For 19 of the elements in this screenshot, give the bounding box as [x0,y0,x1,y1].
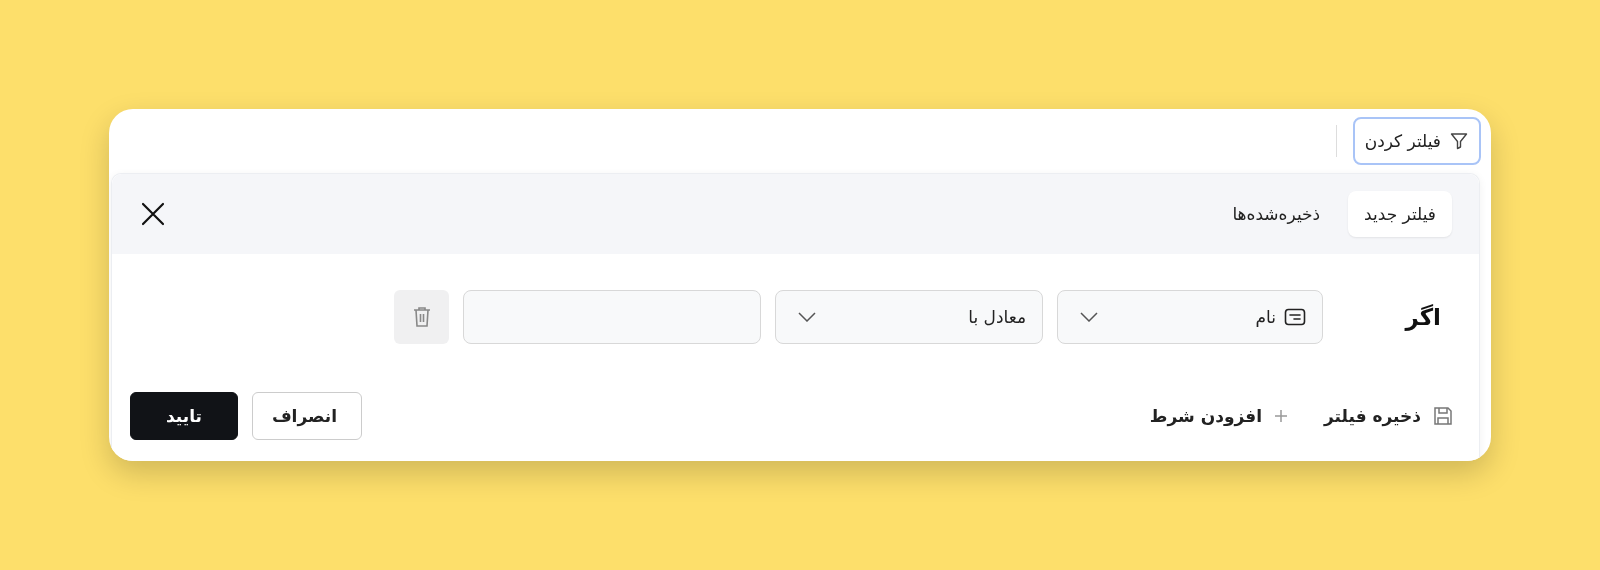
tab[interactable]: ذخیره‌شده‌ها [1216,191,1337,237]
field-select[interactable]: نام [1057,290,1323,344]
funnel-icon [1449,131,1469,151]
text-field-icon [1284,308,1306,326]
filter-button[interactable]: فیلتر کردن [1352,117,1481,165]
add-condition-button[interactable]: افزودن شرط [1149,406,1288,426]
plus-icon [1274,409,1288,423]
save-filter-button[interactable]: ذخیره فیلتر [1324,406,1453,426]
operator-select[interactable]: معادل با [775,290,1043,344]
value-input-field[interactable] [463,290,761,344]
chevron-down-icon [1080,312,1098,322]
trash-icon [412,306,431,328]
close-button[interactable] [140,201,166,227]
tab[interactable]: فیلتر جدید [1348,191,1452,237]
condition-label: اگر [1403,304,1441,330]
chevron-down-icon [798,312,816,322]
confirm-button[interactable]: تایید [130,392,238,440]
cancel-button[interactable]: انصراف [252,392,362,440]
close-icon [140,201,166,227]
